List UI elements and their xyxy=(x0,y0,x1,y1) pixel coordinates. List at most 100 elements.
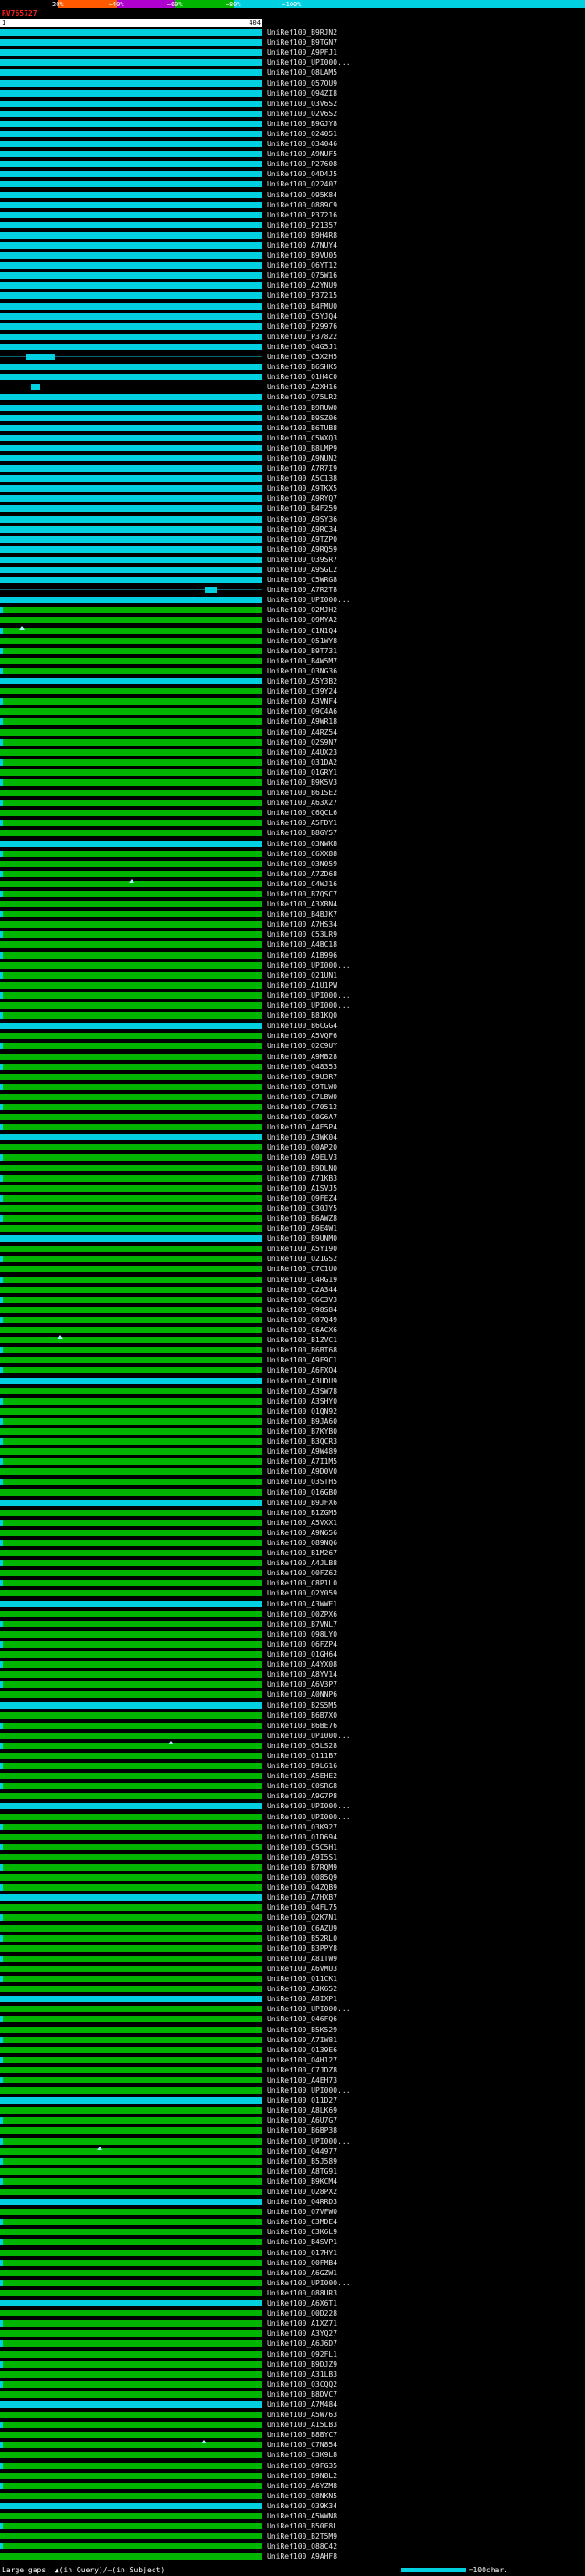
hit-label[interactable]: UniRef100_A3K652 xyxy=(262,1985,337,1993)
hit-label[interactable]: UniRef100_C5X2H5 xyxy=(262,353,337,361)
hit-label[interactable]: UniRef100_B9UNM0 xyxy=(262,1235,337,1243)
alignment-bar[interactable] xyxy=(0,69,262,77)
hit-label[interactable]: UniRef100_B1ZVC1 xyxy=(262,1336,337,1344)
alignment-bar[interactable] xyxy=(0,313,262,320)
hit-label[interactable]: UniRef100_C7LBW0 xyxy=(262,1093,337,1101)
hit-label[interactable]: UniRef100_A5WWN8 xyxy=(262,2512,337,2520)
hit-row[interactable]: UniRef100_Q2MJH2 xyxy=(0,605,585,615)
hit-label[interactable]: UniRef100_A9SY36 xyxy=(262,515,337,524)
alignment-bar[interactable] xyxy=(0,1073,262,1080)
alignment-bar[interactable] xyxy=(0,1204,262,1212)
hit-label[interactable]: UniRef100_A2YNU9 xyxy=(262,281,337,290)
hit-label[interactable]: UniRef100_Q3N059 xyxy=(262,860,337,868)
hit-row[interactable]: UniRef100_B9H4R8 xyxy=(0,230,585,240)
alignment-bar[interactable] xyxy=(0,2533,262,2540)
alignment-bar[interactable] xyxy=(0,221,262,228)
hit-label[interactable]: UniRef100_Q75W16 xyxy=(262,271,337,280)
hit-row[interactable]: UniRef100_A9W489 xyxy=(0,1447,585,1457)
hit-label[interactable]: UniRef100_A63X27 xyxy=(262,799,337,807)
hit-row[interactable]: UniRef100_A5FDY1 xyxy=(0,818,585,828)
hit-row[interactable]: UniRef100_Q3STH5 xyxy=(0,1477,585,1487)
alignment-bar[interactable] xyxy=(0,2127,262,2135)
hit-row[interactable]: UniRef100_A7IW81 xyxy=(0,2035,585,2045)
hit-row[interactable]: UniRef100_C4WJ16 xyxy=(0,878,585,889)
alignment-bar[interactable] xyxy=(0,191,262,198)
alignment-bar[interactable] xyxy=(0,1134,262,1141)
hit-label[interactable]: UniRef100_Q2Y059 xyxy=(262,1589,337,1597)
alignment-bar[interactable] xyxy=(0,2330,262,2337)
hit-label[interactable]: UniRef100_B2T5M9 xyxy=(262,2532,337,2540)
alignment-bar[interactable] xyxy=(0,1417,262,1425)
alignment-bar[interactable] xyxy=(0,637,262,644)
hit-row[interactable]: UniRef100_B9K5V3 xyxy=(0,778,585,788)
hit-row[interactable]: UniRef100_B9JA60 xyxy=(0,1416,585,1426)
hit-row[interactable]: UniRef100_B2S5M5 xyxy=(0,1700,585,1710)
hit-label[interactable]: UniRef100_C9TLW0 xyxy=(262,1083,337,1091)
hit-row[interactable]: UniRef100_Q9FG35 xyxy=(0,2461,585,2471)
hit-label[interactable]: UniRef100_C70512 xyxy=(262,1103,337,1111)
hit-row[interactable]: UniRef100_UPI000... xyxy=(0,58,585,68)
hit-row[interactable]: UniRef100_B9TGN7 xyxy=(0,37,585,48)
alignment-bar[interactable] xyxy=(0,1347,262,1354)
alignment-bar[interactable] xyxy=(0,2310,262,2317)
hit-label[interactable]: UniRef100_UPI000... xyxy=(262,1813,351,1821)
hit-row[interactable]: UniRef100_A0NNP6 xyxy=(0,1690,585,1700)
hit-label[interactable]: UniRef100_B61SE2 xyxy=(262,789,337,797)
hit-label[interactable]: UniRef100_Q51WY8 xyxy=(262,637,337,645)
alignment-bar[interactable] xyxy=(0,535,262,543)
hit-label[interactable]: UniRef100_C5WRG8 xyxy=(262,576,337,584)
hit-row[interactable]: UniRef100_UPI000... xyxy=(0,595,585,605)
alignment-bar[interactable] xyxy=(0,1225,262,1233)
hit-label[interactable]: UniRef100_Q3NWK8 xyxy=(262,840,337,848)
hit-row[interactable]: UniRef100_B8DVC7 xyxy=(0,2390,585,2400)
alignment-bar[interactable] xyxy=(0,931,262,938)
hit-row[interactable]: UniRef100_Q889C9 xyxy=(0,200,585,210)
hit-label[interactable]: UniRef100_UPI000... xyxy=(262,2005,351,2013)
hit-row[interactable]: UniRef100_A2XH16 xyxy=(0,382,585,392)
alignment-bar[interactable] xyxy=(0,1235,262,1243)
hit-row[interactable]: UniRef100_B9VU05 xyxy=(0,250,585,260)
alignment-bar[interactable] xyxy=(0,2076,262,2083)
hit-label[interactable]: UniRef100_A5C138 xyxy=(262,474,337,482)
alignment-bar[interactable] xyxy=(0,354,262,361)
hit-label[interactable]: UniRef100_A6U7G7 xyxy=(262,2116,337,2125)
hit-label[interactable]: UniRef100_B3PPY8 xyxy=(262,1945,337,1953)
hit-label[interactable]: UniRef100_C5YJQ4 xyxy=(262,313,337,321)
hit-row[interactable]: UniRef100_Q88UR3 xyxy=(0,2288,585,2298)
alignment-bar[interactable] xyxy=(0,495,262,503)
hit-row[interactable]: UniRef100_A9I5S1 xyxy=(0,1852,585,1862)
hit-label[interactable]: UniRef100_Q0AP20 xyxy=(262,1143,337,1151)
hit-row[interactable]: UniRef100_B3QCR3 xyxy=(0,1436,585,1447)
alignment-bar[interactable] xyxy=(0,1194,262,1202)
alignment-bar[interactable] xyxy=(0,100,262,107)
alignment-bar[interactable] xyxy=(0,790,262,797)
hit-row[interactable]: UniRef100_UPI000... xyxy=(0,2278,585,2288)
hit-row[interactable]: UniRef100_A9ELV3 xyxy=(0,1152,585,1162)
hit-row[interactable]: UniRef100_P37822 xyxy=(0,332,585,342)
alignment-bar[interactable] xyxy=(0,1620,262,1627)
hit-label[interactable]: UniRef100_Q8LAM5 xyxy=(262,69,337,77)
alignment-bar[interactable] xyxy=(0,1215,262,1223)
hit-row[interactable]: UniRef100_B61SE2 xyxy=(0,788,585,798)
hit-label[interactable]: UniRef100_UPI000... xyxy=(262,1002,351,1010)
hit-row[interactable]: UniRef100_A5VQF6 xyxy=(0,1031,585,1041)
hit-row[interactable]: UniRef100_B7VNL7 xyxy=(0,1619,585,1629)
hit-label[interactable]: UniRef100_C39Y24 xyxy=(262,687,337,695)
alignment-bar[interactable] xyxy=(0,282,262,290)
hit-row[interactable]: UniRef100_B9RUW0 xyxy=(0,402,585,412)
hit-row[interactable]: UniRef100_A9N656 xyxy=(0,1528,585,1538)
hit-label[interactable]: UniRef100_C3MDE4 xyxy=(262,2218,337,2226)
alignment-bar[interactable] xyxy=(0,1722,262,1729)
alignment-bar[interactable] xyxy=(0,951,262,959)
alignment-bar[interactable] xyxy=(0,2249,262,2256)
hit-row[interactable]: UniRef100_Q39SR7 xyxy=(0,555,585,565)
hit-row[interactable]: UniRef100_A3VNF4 xyxy=(0,696,585,706)
alignment-bar[interactable] xyxy=(0,1093,262,1100)
hit-row[interactable]: UniRef100_B1ZVC1 xyxy=(0,1335,585,1345)
hit-row[interactable]: UniRef100_B9UNM0 xyxy=(0,1234,585,1244)
hit-row[interactable]: UniRef100_C5C5H1 xyxy=(0,1842,585,1852)
hit-row[interactable]: UniRef100_C9U3R7 xyxy=(0,1072,585,1082)
hit-label[interactable]: UniRef100_B6BP38 xyxy=(262,2126,337,2135)
alignment-bar[interactable] xyxy=(0,1002,262,1010)
alignment-bar[interactable] xyxy=(0,475,262,482)
